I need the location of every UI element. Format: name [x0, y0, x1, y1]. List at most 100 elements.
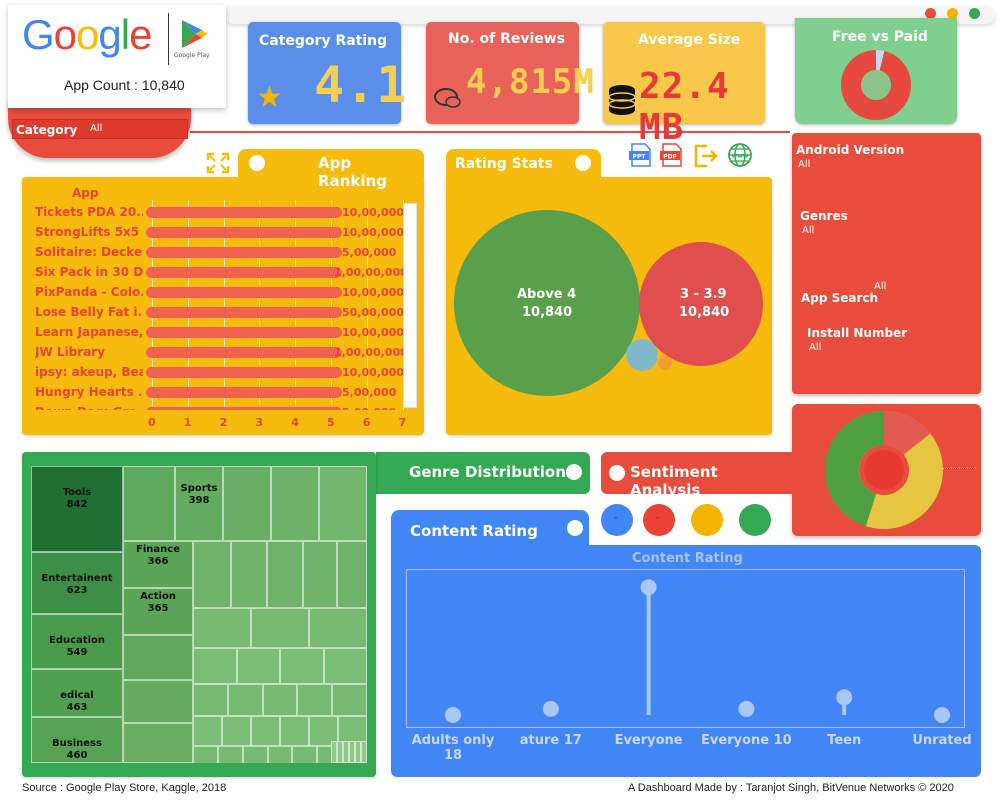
ranking-bar[interactable]	[146, 367, 342, 378]
rating-stats-toggle[interactable]	[575, 155, 591, 171]
treemap-cell[interactable]	[193, 541, 231, 608]
treemap-cell[interactable]	[309, 608, 367, 648]
treemap-cell-education[interactable]: Education 549	[31, 614, 123, 669]
treemap-cell[interactable]	[193, 716, 222, 746]
treemap-cell[interactable]	[123, 466, 175, 541]
treemap-cell-sports[interactable]: Sports 398	[175, 466, 223, 541]
treemap-cell[interactable]	[242, 746, 268, 763]
ranking-bar[interactable]	[146, 347, 342, 358]
treemap-cell[interactable]	[323, 648, 367, 684]
treemap-cell[interactable]	[227, 684, 263, 716]
ppt-icon[interactable]: PPT	[628, 142, 654, 168]
ranking-bar[interactable]	[146, 407, 342, 410]
app-name[interactable]: Tickets PDA 20..	[35, 205, 143, 219]
tab-genre-distributions[interactable]: Genre Distributions	[376, 452, 590, 494]
content-rating-tab[interactable]: Content Rating	[391, 510, 589, 548]
genre-treemap[interactable]: Tools 842 Entertainent 623 Education 549 edica…	[31, 466, 367, 763]
app-name[interactable]: Learn Japanese, ..	[35, 325, 143, 339]
app-search-title: App Search	[801, 291, 879, 305]
treemap-cell[interactable]	[292, 746, 318, 763]
app-ranking-list[interactable]: Tickets PDA 20.. 10,00,000 StrongLifts 5x5…	[22, 200, 424, 410]
app-name[interactable]: Hungry Hearts ..	[35, 385, 143, 399]
ranking-bar[interactable]	[146, 307, 342, 318]
dashboard: Category All Google Google Play App Coun…	[0, 0, 1000, 800]
category-filter[interactable]: Category All	[8, 100, 191, 158]
database-icon	[608, 85, 636, 115]
ranking-tick-label: 6	[362, 416, 371, 429]
install-count: 1,00,00,000	[334, 266, 408, 279]
treemap-cell[interactable]	[337, 541, 367, 608]
app-ranking-toggle[interactable]	[249, 155, 265, 171]
legend-dot-green[interactable]	[739, 504, 771, 536]
genres-value[interactable]: All	[802, 225, 814, 236]
svg-text:PDF: PDF	[663, 154, 676, 161]
treemap-cell[interactable]	[223, 466, 271, 541]
app-ranking-scrollbar[interactable]	[403, 203, 417, 408]
treemap-cell[interactable]	[236, 648, 280, 684]
ranking-bar[interactable]	[146, 247, 342, 258]
treemap-cell[interactable]	[267, 541, 303, 608]
ranking-bar[interactable]	[146, 287, 342, 298]
treemap-cell[interactable]	[217, 746, 243, 763]
app-name[interactable]: Lose Belly Fat i..	[35, 305, 143, 319]
app-name[interactable]: StrongLifts 5x5 ..	[35, 225, 143, 239]
treemap-cell[interactable]	[251, 608, 309, 648]
ranking-bar[interactable]	[146, 387, 342, 398]
app-name[interactable]: PixPanda - Colo..	[35, 285, 143, 299]
treemap-cell[interactable]	[222, 716, 251, 746]
app-name[interactable]: ipsy: akeup, Bea..	[35, 365, 143, 379]
legend-dot-red[interactable]: -	[643, 504, 675, 536]
treemap-cell[interactable]	[297, 684, 333, 716]
ranking-bar[interactable]	[146, 267, 342, 278]
legend-dot-yellow[interactable]	[691, 504, 723, 536]
tab-sentiment-analysis[interactable]: Sentiment Analysis	[601, 452, 793, 499]
treemap-cell[interactable]	[319, 466, 367, 541]
export-icon[interactable]	[693, 143, 719, 169]
genre-distributions-toggle[interactable]	[566, 464, 582, 480]
ranking-bar[interactable]	[146, 207, 342, 218]
logo-card: Google Google Play App Count : 10,840	[8, 5, 226, 108]
treemap-cell[interactable]	[123, 680, 193, 723]
app-name[interactable]: Down Dog: Gre..	[35, 405, 143, 410]
treemap-cell[interactable]	[262, 684, 298, 716]
treemap-cell-finance[interactable]: Finance 366	[123, 541, 193, 588]
legend-dot-blue[interactable]: -	[601, 504, 633, 536]
treemap-cell[interactable]	[271, 466, 319, 541]
app-name[interactable]: Solitaire: Decke..	[35, 245, 143, 259]
install-number-value[interactable]: All	[809, 342, 821, 353]
sentiment-analysis-toggle[interactable]	[609, 465, 625, 481]
treemap-cell[interactable]	[193, 684, 228, 716]
treemap-cell[interactable]	[193, 746, 218, 763]
treemap-cell-action[interactable]: Action 365	[123, 588, 193, 635]
treemap-cell[interactable]	[303, 541, 337, 608]
window-maximize-dot[interactable]	[969, 8, 980, 19]
treemap-cell[interactable]	[280, 648, 324, 684]
treemap-cell-tools[interactable]: Tools 842	[31, 466, 123, 552]
app-name[interactable]: JW Library	[35, 345, 143, 359]
treemap-cell[interactable]	[231, 541, 267, 608]
app-ranking-tab[interactable]: App Ranking	[238, 149, 424, 190]
treemap-cell[interactable]	[280, 716, 309, 746]
treemap-cell-medical[interactable]: edical 463	[31, 669, 123, 717]
content-rating-toggle[interactable]	[567, 520, 583, 536]
pdf-icon[interactable]: PDF	[659, 142, 685, 168]
treemap-cell-business[interactable]: Business 460	[31, 717, 123, 763]
expand-icon[interactable]	[206, 152, 230, 174]
web-icon[interactable]: www	[727, 142, 753, 168]
treemap-cell[interactable]	[193, 608, 251, 648]
app-name[interactable]: Six Pack in 30 D..	[35, 265, 143, 279]
treemap-cell[interactable]	[123, 723, 193, 763]
android-version-value[interactable]: All	[798, 159, 810, 170]
rating-stats-tab[interactable]: Rating Stats	[446, 149, 601, 179]
treemap-cell-entertainment[interactable]: Entertainent 623	[31, 552, 123, 614]
treemap-cell[interactable]	[267, 746, 293, 763]
treemap-cell[interactable]	[193, 648, 237, 684]
treemap-cell[interactable]	[251, 716, 280, 746]
ranking-bar[interactable]	[146, 227, 342, 238]
treemap-cell[interactable]	[361, 741, 367, 763]
treemap-cell[interactable]	[123, 635, 193, 680]
google-logo: Google	[22, 11, 152, 58]
kpi-category-rating-value: 4.1	[314, 56, 408, 114]
ranking-bar[interactable]	[146, 327, 342, 338]
treemap-cell[interactable]	[332, 684, 367, 716]
